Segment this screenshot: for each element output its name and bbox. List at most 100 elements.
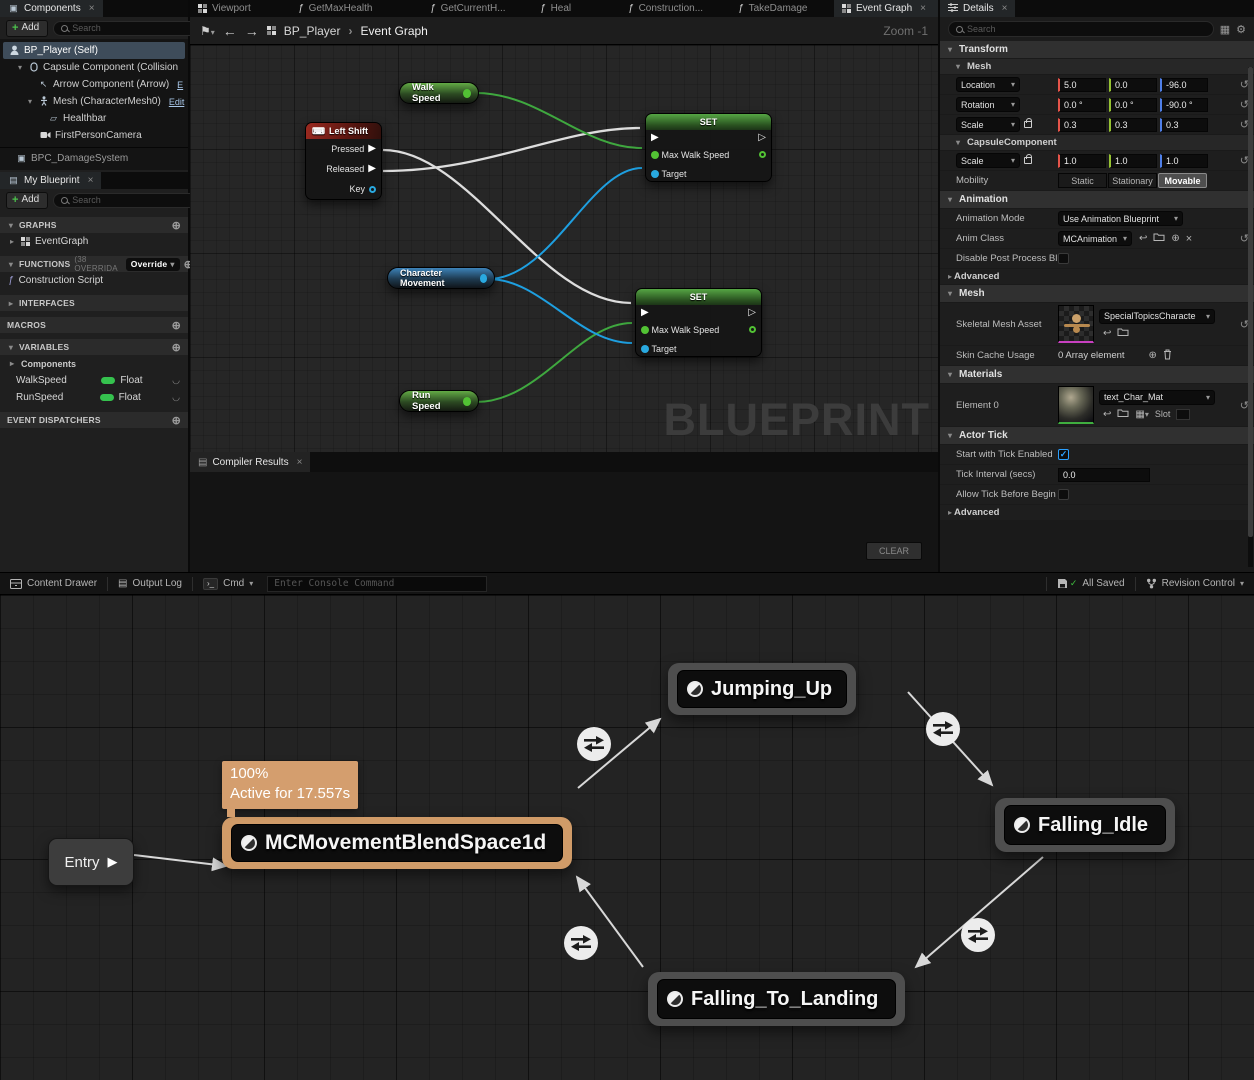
back-arrow-icon[interactable]: ←	[223, 23, 237, 39]
tab-heal[interactable]: ƒ Heal	[532, 0, 620, 17]
tab-takedamage[interactable]: ƒ TakeDamage	[730, 0, 834, 17]
variables-section-header[interactable]: ▾ VARIABLES ⊕	[0, 339, 188, 355]
close-icon[interactable]: ×	[297, 457, 303, 468]
state-node-mcmovementblendspace1d[interactable]: MCMovementBlendSpace1d	[222, 817, 572, 869]
tree-item-damagesystem[interactable]: ▣ BPC_DamageSystem	[0, 150, 188, 167]
add-macro-icon[interactable]: ⊕	[172, 319, 181, 332]
rotation-dropdown[interactable]: Rotation▾	[956, 97, 1020, 112]
console-command-box[interactable]	[267, 576, 487, 592]
entry-output-pin[interactable]: ▶	[108, 854, 118, 870]
content-drawer-button[interactable]: Content Drawer	[0, 573, 107, 594]
override-dropdown[interactable]: Override ▾	[126, 258, 180, 271]
actor-tick-section-header[interactable]: ▾ Actor Tick	[940, 427, 1254, 444]
location-dropdown[interactable]: Location▾	[956, 77, 1020, 92]
eye-closed-icon[interactable]: ◡	[172, 375, 180, 386]
capsule-scale-z-field[interactable]: 1.0	[1160, 154, 1208, 168]
expander-icon[interactable]: ▾	[26, 97, 34, 106]
tab-getmaxhealth[interactable]: ƒ GetMaxHealth	[290, 0, 422, 17]
construction-script-row[interactable]: ƒ Construction Script	[0, 272, 188, 289]
exec-output-pin[interactable]: ▷	[748, 308, 756, 318]
macros-section-header[interactable]: MACROS ⊕	[0, 317, 188, 333]
target-input-pin[interactable]	[651, 170, 659, 178]
close-icon[interactable]: ×	[920, 3, 926, 14]
tree-item-camera[interactable]: FirstPersonCamera	[0, 127, 188, 144]
object-output-pin[interactable]	[480, 274, 487, 283]
lock-icon[interactable]	[1024, 157, 1032, 164]
tree-item-healthbar[interactable]: ▱ Healthbar	[0, 110, 188, 127]
node-character-movement-get[interactable]: Character Movement	[387, 267, 495, 289]
state-node-jumping-up[interactable]: Jumping_Up	[668, 663, 856, 715]
components-search-input[interactable]	[72, 23, 189, 33]
material-thumbnail[interactable]	[1058, 386, 1094, 424]
breadcrumb-root[interactable]: BP_Player	[284, 24, 341, 38]
texture-options-icon[interactable]: ▦▾	[1135, 409, 1148, 420]
mesh-subsection-header[interactable]: ▾ Mesh	[940, 59, 1254, 74]
console-command-input[interactable]	[274, 578, 480, 589]
rotation-z-field[interactable]: -90.0 °	[1160, 98, 1208, 112]
tab-components[interactable]: ▣ Components ×	[0, 0, 103, 17]
transform-section-header[interactable]: ▾ Transform	[940, 41, 1254, 58]
float-output-pin[interactable]	[463, 397, 471, 406]
tree-item-arrow[interactable]: ↖ Arrow Component (Arrow) E	[0, 76, 188, 93]
gear-icon[interactable]: ⚙	[1236, 23, 1246, 36]
bookmark-icon[interactable]: ⚑▾	[200, 24, 215, 38]
cmd-dropdown[interactable]: ›_ Cmd ▾	[193, 573, 263, 594]
my-blueprint-search-input[interactable]	[72, 195, 189, 205]
add-element-icon[interactable]: ⊕	[1149, 350, 1157, 361]
variable-row-runspeed[interactable]: RunSpeed Float ◡	[0, 389, 188, 406]
exec-input-pin[interactable]: ▶	[641, 308, 649, 318]
expander-icon[interactable]: ▸	[8, 237, 16, 246]
details-search[interactable]	[948, 21, 1214, 37]
entry-node[interactable]: Entry ▶	[48, 838, 134, 886]
interfaces-section-header[interactable]: ▸ INTERFACES	[0, 295, 188, 311]
state-node-falling-to-landing[interactable]: Falling_To_Landing	[648, 972, 905, 1026]
delete-elements-icon[interactable]	[1163, 349, 1172, 363]
components-search[interactable]	[53, 21, 197, 36]
components-group-row[interactable]: ▸ Components	[0, 355, 188, 372]
animation-advanced-row[interactable]: ▸ Advanced	[940, 269, 1254, 284]
event-dispatchers-section-header[interactable]: EVENT DISPATCHERS ⊕	[0, 412, 188, 428]
anim-class-dropdown[interactable]: MCAnimation ▾	[1058, 231, 1132, 246]
use-selected-icon[interactable]: ↩	[1103, 409, 1111, 420]
float-output-pin[interactable]	[759, 151, 766, 158]
float-input-pin[interactable]	[651, 151, 659, 159]
event-graph-canvas[interactable]: BLUEPRINT Walk Speed ⌨ Left Shift	[190, 45, 938, 452]
float-output-pin[interactable]	[463, 89, 471, 98]
scale-z-field[interactable]: 0.3	[1160, 118, 1208, 132]
tab-compiler-results[interactable]: ▤ Compiler Results ×	[190, 452, 310, 472]
mobility-static-option[interactable]: Static	[1058, 173, 1107, 188]
revision-control-dropdown[interactable]: Revision Control ▾	[1136, 573, 1254, 594]
add-variable-icon[interactable]: ⊕	[172, 341, 181, 354]
graphs-section-header[interactable]: ▾ GRAPHS ⊕	[0, 217, 188, 233]
capsule-scale-x-field[interactable]: 1.0	[1058, 154, 1106, 168]
state-node-falling-idle[interactable]: Falling_Idle	[995, 798, 1175, 852]
exec-output-pin[interactable]: ▷	[758, 133, 766, 143]
eye-closed-icon[interactable]: ◡	[172, 392, 180, 403]
exec-output-pin[interactable]: ▶	[368, 164, 376, 174]
add-event-dispatcher-icon[interactable]: ⊕	[172, 414, 181, 427]
tab-getcurrenthealth[interactable]: ƒ GetCurrentH...	[422, 0, 532, 17]
animation-state-machine-canvas[interactable]: 100% Active for 17.557s Entry ▶ MCMoveme…	[0, 595, 1254, 1080]
expander-icon[interactable]: ▾	[16, 63, 24, 72]
tab-details[interactable]: Details ×	[940, 0, 1015, 17]
skeletal-mesh-dropdown[interactable]: SpecialTopicsCharacte ▾	[1099, 309, 1215, 324]
add-component-button[interactable]: + Add	[6, 20, 48, 37]
materials-section-header[interactable]: ▾ Materials	[940, 366, 1254, 383]
tree-item-capsule[interactable]: ▾ Capsule Component (Collision	[0, 59, 188, 76]
float-input-pin[interactable]	[641, 326, 649, 334]
tab-my-blueprint[interactable]: ▤ My Blueprint ×	[0, 172, 101, 189]
scale-y-field[interactable]: 0.3	[1109, 118, 1157, 132]
mobility-movable-option[interactable]: Movable	[1158, 173, 1207, 188]
variable-row-walkspeed[interactable]: WalkSpeed Float ◡	[0, 372, 188, 389]
capsule-subsection-header[interactable]: ▾ CapsuleComponent	[940, 135, 1254, 150]
location-z-field[interactable]: -96.0	[1160, 78, 1208, 92]
tab-construction[interactable]: ƒ Construction...	[620, 0, 730, 17]
details-scrollbar[interactable]	[1248, 67, 1253, 567]
tick-advanced-row[interactable]: ▸ Advanced	[940, 505, 1254, 520]
scale-dropdown[interactable]: Scale▾	[956, 117, 1020, 132]
lock-icon[interactable]	[1024, 121, 1032, 128]
output-log-button[interactable]: ▤ Output Log	[108, 573, 192, 594]
capsule-scale-y-field[interactable]: 1.0	[1109, 154, 1157, 168]
tick-interval-field[interactable]: 0.0	[1058, 468, 1150, 482]
scale-x-field[interactable]: 0.3	[1058, 118, 1106, 132]
